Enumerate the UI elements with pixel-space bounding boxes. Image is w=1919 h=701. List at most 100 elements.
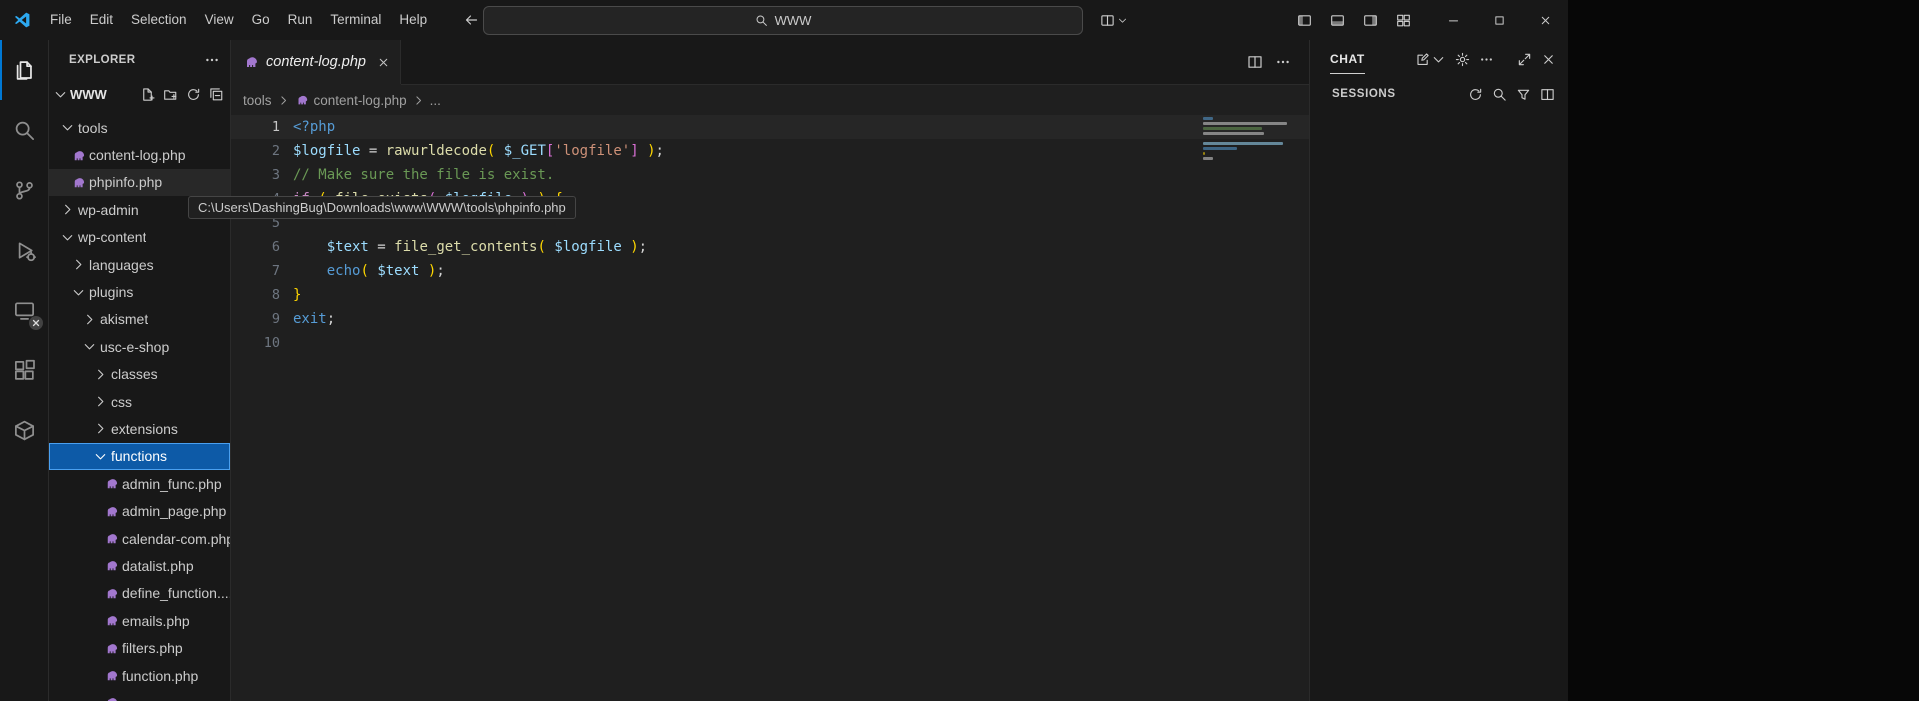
menu-run[interactable]: Run <box>279 0 322 40</box>
tree-item-usc-e-shop[interactable]: usc-e-shop <box>49 333 230 360</box>
tree-item-wp-content[interactable]: wp-content <box>49 224 230 251</box>
breadcrumb-item[interactable]: tools <box>243 93 272 108</box>
tree-item-label: extensions <box>111 420 178 437</box>
php-file-icon <box>102 476 120 491</box>
php-file-icon <box>102 586 120 601</box>
tree-item-filters.php[interactable]: filters.php <box>49 634 230 661</box>
chevron-right-icon <box>91 367 109 382</box>
expand-icon[interactable] <box>1517 52 1532 67</box>
split-editor-icon[interactable] <box>1247 54 1263 70</box>
activitybar-package-cube[interactable] <box>0 400 48 460</box>
tree-item-plugins[interactable]: plugins <box>49 278 230 305</box>
tree-item-functions[interactable]: functions <box>49 442 230 471</box>
menu-help[interactable]: Help <box>390 0 436 40</box>
tab-bar: content-log.php <box>231 40 1309 85</box>
refresh-icon[interactable] <box>1468 87 1483 102</box>
tree-item-css[interactable]: css <box>49 388 230 415</box>
close-window-button[interactable] <box>1522 0 1568 40</box>
files-explorer-icon <box>13 59 36 82</box>
collapse-all-icon[interactable] <box>209 87 224 102</box>
tree-item-tools[interactable]: tools <box>49 114 230 141</box>
tree-item-label: admin_page.php <box>122 503 227 520</box>
code-line-7[interactable]: 7 echo( $text ); <box>231 259 1309 283</box>
menu-terminal[interactable]: Terminal <box>321 0 390 40</box>
run-debug-icon <box>13 239 36 262</box>
menu-selection[interactable]: Selection <box>122 0 196 40</box>
tree-item-define_function....[interactable]: define_function.... <box>49 580 230 607</box>
tree-item-akismet[interactable]: akismet <box>49 306 230 333</box>
activitybar-source-control[interactable] <box>0 160 48 220</box>
tab-content-log[interactable]: content-log.php <box>231 40 401 84</box>
activitybar-files-explorer[interactable] <box>0 40 48 100</box>
menu-file[interactable]: File <box>41 0 81 40</box>
tree-item-admin_func.php[interactable]: admin_func.php <box>49 470 230 497</box>
breadcrumbs: tools content-log.php... <box>231 85 1309 115</box>
tree-item-partial[interactable] <box>49 689 230 701</box>
tab-close-icon[interactable] <box>377 56 390 69</box>
code-line-6[interactable]: 6 $text = file_get_contents( $logfile ); <box>231 235 1309 259</box>
refresh-icon[interactable] <box>186 87 201 102</box>
explorer-sidebar: EXPLORER WWW tools content-log.php phpinfo… <box>49 40 231 701</box>
extensions-icon <box>13 359 36 382</box>
toggle-layout-grid-button[interactable] <box>1390 7 1416 33</box>
error-badge <box>29 316 43 330</box>
toggle-panel-right-button[interactable] <box>1357 7 1383 33</box>
menu-view[interactable]: View <box>196 0 243 40</box>
activitybar-remote-monitor[interactable] <box>0 280 48 340</box>
toggle-panel-bottom-button[interactable] <box>1324 7 1350 33</box>
chevron-right-icon <box>69 257 87 272</box>
code-line-8[interactable]: 8} <box>231 283 1309 307</box>
search-icon[interactable] <box>1492 87 1507 102</box>
restore-button[interactable] <box>1476 0 1522 40</box>
menu-go[interactable]: Go <box>243 0 279 40</box>
code-line-10[interactable]: 10 <box>231 331 1309 355</box>
tree-item-label: define_function.... <box>122 585 230 602</box>
toggle-panel-left-button[interactable] <box>1291 7 1317 33</box>
code-line-1[interactable]: 1 <?php <box>231 115 1309 139</box>
line-text: echo( $text ); <box>326 263 445 279</box>
activitybar-run-debug[interactable] <box>0 220 48 280</box>
new-folder-icon[interactable] <box>163 87 178 102</box>
menu-edit[interactable]: Edit <box>81 0 122 40</box>
settings-gear-icon[interactable] <box>1455 52 1470 67</box>
tree-item-classes[interactable]: classes <box>49 361 230 388</box>
new-chat-button[interactable] <box>1415 52 1446 67</box>
sessions-section-header[interactable]: SESSIONS <box>1310 78 1568 110</box>
more-icon[interactable] <box>1275 54 1291 70</box>
more-actions-icon[interactable] <box>204 52 220 68</box>
tree-item-phpinfo.php[interactable]: phpinfo.php <box>49 168 230 197</box>
minimap[interactable] <box>1199 117 1295 167</box>
activitybar-extensions[interactable] <box>0 340 48 400</box>
tree-item-languages[interactable]: languages <box>49 251 230 278</box>
code-line-3[interactable]: 3 // Make sure the file is exist. <box>231 163 1309 187</box>
line-text: exit; <box>293 311 336 327</box>
tree-item-extensions[interactable]: extensions <box>49 415 230 442</box>
activitybar-search[interactable] <box>0 100 48 160</box>
workspace-section-header[interactable]: WWW <box>49 80 230 108</box>
line-text: $logfile = rawurldecode( $_GET['logfile'… <box>293 143 664 159</box>
php-file-icon <box>295 93 309 107</box>
chevron-down-icon <box>1117 15 1128 26</box>
back-arrow-icon[interactable] <box>458 7 484 33</box>
filter-icon[interactable] <box>1516 87 1531 102</box>
tree-item-emails.php[interactable]: emails.php <box>49 607 230 634</box>
tree-item-label: emails.php <box>122 612 190 629</box>
layout-dropdown-button[interactable] <box>1096 7 1132 33</box>
split-panel-icon[interactable] <box>1540 87 1555 102</box>
minimap-line <box>1203 157 1213 160</box>
tree-item-content-log.php[interactable]: content-log.php <box>49 141 230 168</box>
breadcrumb-item[interactable]: content-log.php <box>314 93 407 108</box>
new-file-icon[interactable] <box>140 87 155 102</box>
code-line-9[interactable]: 9 exit; <box>231 307 1309 331</box>
tree-item-calendar-com.php[interactable]: calendar-com.php <box>49 525 230 552</box>
code-line-2[interactable]: 2 $logfile = rawurldecode( $_GET['logfile… <box>231 139 1309 163</box>
menu-bar: File Edit Selection View Go Run Terminal Help <box>41 0 436 40</box>
close-window-icon[interactable] <box>1541 52 1556 67</box>
minimize-button[interactable] <box>1430 0 1476 40</box>
command-center-search[interactable]: WWW <box>483 6 1083 35</box>
more-icon[interactable] <box>1479 52 1494 67</box>
tree-item-admin_page.php[interactable]: admin_page.php <box>49 497 230 524</box>
tree-item-function.php[interactable]: function.php <box>49 662 230 689</box>
breadcrumb-item[interactable]: ... <box>430 93 441 108</box>
tree-item-datalist.php[interactable]: datalist.php <box>49 552 230 579</box>
